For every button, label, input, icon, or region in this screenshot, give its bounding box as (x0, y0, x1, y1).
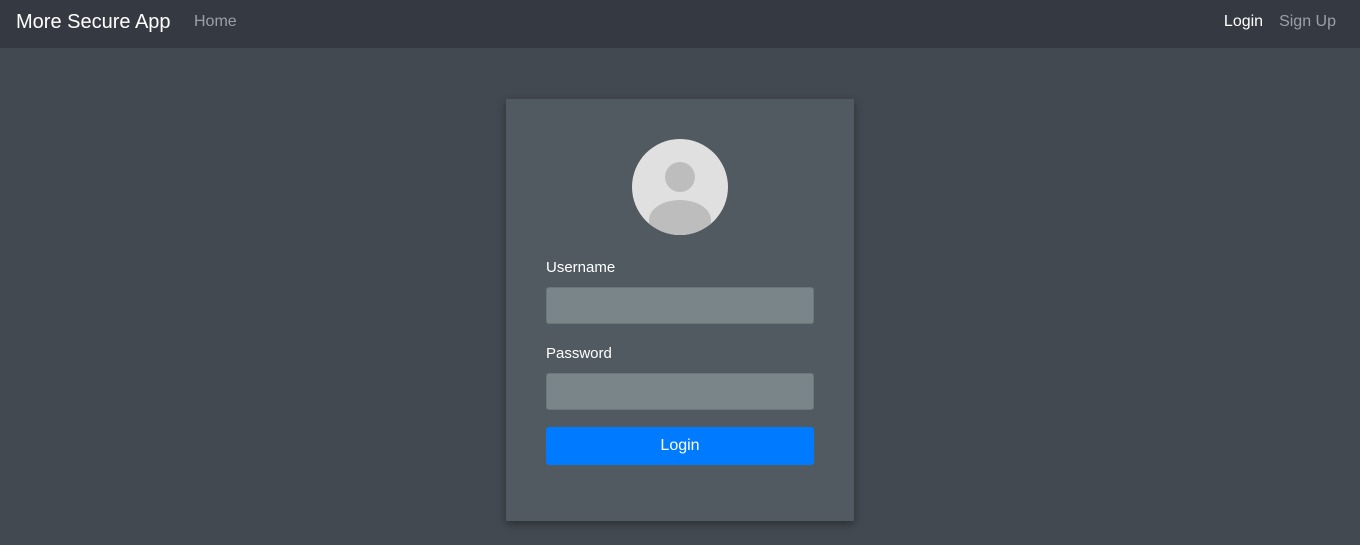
top-navbar: More Secure App Home Login Sign Up (0, 0, 1360, 48)
user-avatar-icon (632, 139, 728, 235)
brand-link[interactable]: More Secure App (16, 9, 171, 35)
login-card: Username Password Login (506, 99, 854, 521)
avatar-head-shape (665, 162, 695, 192)
nav-login-link[interactable]: Login (1224, 12, 1263, 32)
login-submit-button[interactable]: Login (546, 427, 814, 465)
password-label: Password (546, 345, 612, 362)
username-label: Username (546, 259, 616, 276)
username-input[interactable] (546, 287, 814, 324)
nav-right-group: Login Sign Up (1224, 12, 1336, 32)
avatar-body-shape (649, 200, 711, 235)
nav-signup-link[interactable]: Sign Up (1279, 12, 1336, 32)
password-input[interactable] (546, 373, 814, 410)
nav-home-link[interactable]: Home (194, 12, 237, 32)
